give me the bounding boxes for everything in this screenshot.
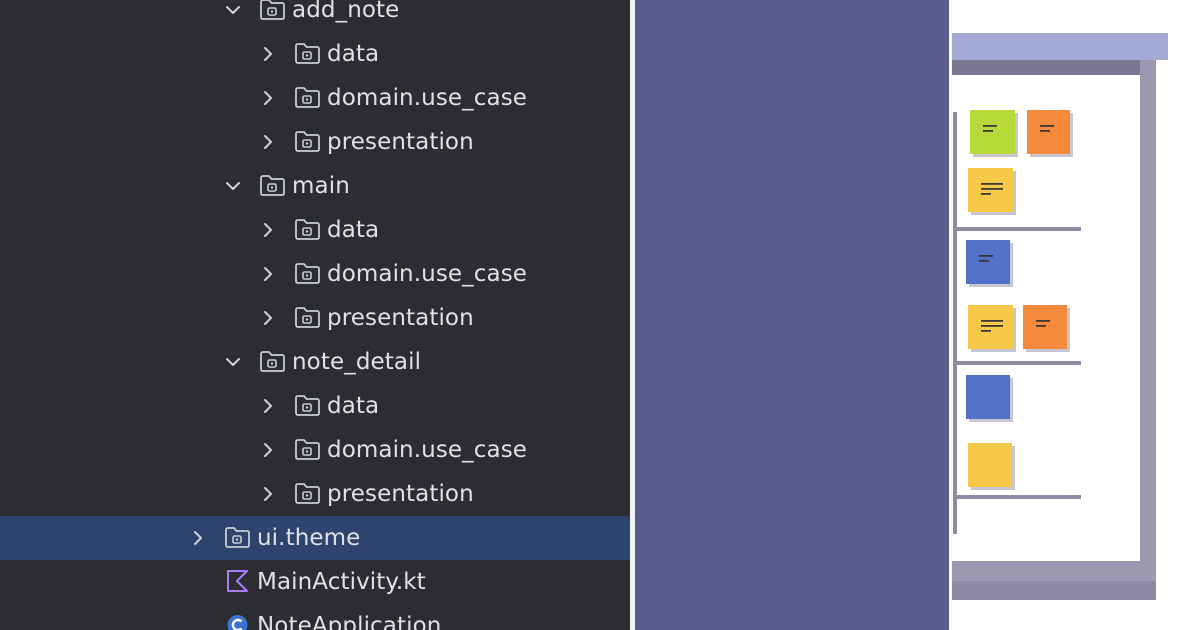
board-frame-top — [952, 60, 1156, 75]
package-folder-icon — [294, 129, 321, 153]
tree-row-label: note_detail — [292, 349, 422, 375]
tree-row-domain-use-case[interactable]: domain.use_case — [0, 428, 630, 472]
tree-row-data[interactable]: data — [0, 32, 630, 76]
tree-row-label: domain.use_case — [327, 437, 528, 463]
chevron-down-icon[interactable] — [221, 164, 245, 208]
chevron-right-icon[interactable] — [256, 384, 280, 428]
tree-row-label: main — [292, 173, 350, 199]
chevron-right-icon[interactable] — [256, 120, 280, 164]
tree-row-domain-use-case[interactable]: domain.use_case — [0, 252, 630, 296]
tree-row-label: domain.use_case — [327, 85, 528, 111]
chevron-right-icon[interactable] — [256, 428, 280, 472]
package-folder-icon — [294, 85, 321, 109]
project-tree: add_notedata domain.use_case presentation m… — [0, 0, 630, 630]
tree-row-label: add_note — [292, 0, 400, 23]
kotlin-file-icon — [224, 569, 251, 593]
tree-row-data[interactable]: data — [0, 384, 630, 428]
sticky-note-yellow — [968, 443, 1015, 490]
tree-row-label: data — [327, 393, 380, 419]
package-folder-icon — [294, 41, 321, 65]
board-shelf-1 — [957, 227, 1081, 231]
kanban-board-svg — [952, 33, 1168, 600]
sticky-note-orange — [1027, 110, 1073, 157]
chevron-right-icon[interactable] — [256, 32, 280, 76]
kanban-board-illustration — [949, 0, 1200, 630]
tree-row-label: presentation — [327, 481, 474, 507]
board-shelf-2 — [957, 361, 1081, 365]
tree-row-mainactivity-kt[interactable]: MainActivity.kt — [0, 560, 630, 604]
board-banner — [952, 33, 1168, 60]
sticky-note-blue — [966, 240, 1013, 287]
tree-row-label: domain.use_case — [327, 261, 528, 287]
board-left-rail — [953, 112, 957, 534]
tree-row-note-detail[interactable]: note_detail — [0, 340, 630, 384]
tree-row-add-note[interactable]: add_note — [0, 0, 630, 32]
tree-row-ui-theme[interactable]: ui.theme — [0, 516, 630, 560]
board-frame-bottom — [952, 561, 1156, 581]
tree-row-label: data — [327, 41, 380, 67]
purple-background-panel — [635, 0, 949, 630]
chevron-right-icon[interactable] — [256, 296, 280, 340]
tree-row-data[interactable]: data — [0, 208, 630, 252]
package-folder-icon — [259, 0, 286, 21]
chevron-down-icon[interactable] — [221, 0, 245, 32]
sticky-note-orange — [1023, 305, 1070, 352]
package-folder-icon — [294, 393, 321, 417]
tree-row-label: data — [327, 217, 380, 243]
board-frame-right — [1140, 60, 1156, 580]
board-shelf-3 — [957, 495, 1081, 499]
tree-row-noteapplication[interactable]: NoteApplication — [0, 604, 630, 630]
package-folder-icon — [294, 437, 321, 461]
sticky-note-yellow — [968, 168, 1016, 215]
package-folder-icon — [224, 525, 251, 549]
tree-row-label: presentation — [327, 129, 474, 155]
chevron-down-icon[interactable] — [221, 340, 245, 384]
tree-row-label: presentation — [327, 305, 474, 331]
tree-row-presentation[interactable]: presentation — [0, 472, 630, 516]
chevron-right-icon[interactable] — [186, 516, 210, 560]
tree-row-label: MainActivity.kt — [257, 569, 426, 595]
package-folder-icon — [259, 173, 286, 197]
package-folder-icon — [294, 261, 321, 285]
sticky-note-green — [970, 110, 1018, 157]
tree-row-main[interactable]: main — [0, 164, 630, 208]
package-folder-icon — [294, 217, 321, 241]
tree-row-presentation[interactable]: presentation — [0, 296, 630, 340]
sticky-note-yellow — [968, 305, 1016, 352]
chevron-right-icon[interactable] — [256, 472, 280, 516]
sticky-note-blue — [966, 375, 1013, 422]
chevron-right-icon[interactable] — [256, 252, 280, 296]
package-folder-icon — [259, 349, 286, 373]
tree-row-label: NoteApplication — [257, 613, 442, 630]
tree-row-label: ui.theme — [257, 525, 361, 551]
package-folder-icon — [294, 305, 321, 329]
kotlin-class-icon — [224, 613, 251, 630]
tree-row-presentation[interactable]: presentation — [0, 120, 630, 164]
package-folder-icon — [294, 481, 321, 505]
chevron-right-icon[interactable] — [256, 208, 280, 252]
tree-row-domain-use-case[interactable]: domain.use_case — [0, 76, 630, 120]
chevron-right-icon[interactable] — [256, 76, 280, 120]
